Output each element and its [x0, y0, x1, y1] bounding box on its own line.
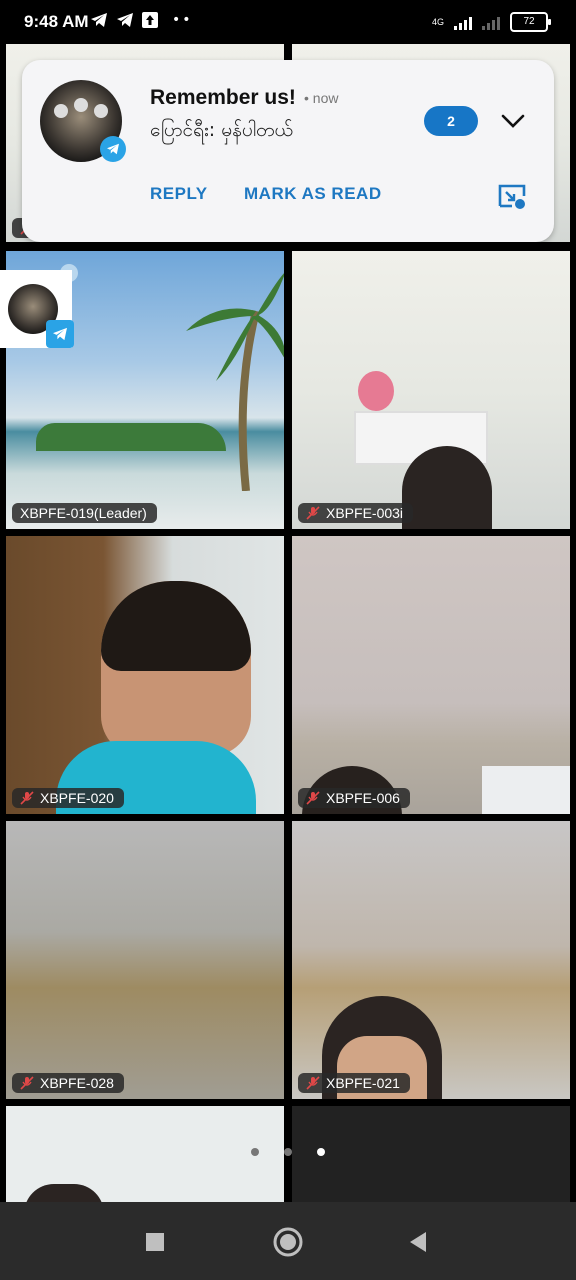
- expand-button[interactable]: [496, 106, 530, 136]
- participant-name: XBPFE-020: [40, 790, 114, 806]
- network-type: 4G: [431, 16, 444, 27]
- participant-name: XBPFE-019(Leader): [20, 505, 147, 521]
- mark-as-read-button[interactable]: MARK AS READ: [244, 184, 382, 204]
- participant-tile[interactable]: XBPFE-006: [292, 536, 570, 814]
- participant-label: XBPFE-028: [12, 1073, 124, 1093]
- participant-tile[interactable]: XBPFE-020: [6, 536, 284, 814]
- participant-label: XBPFE-021: [298, 1073, 410, 1093]
- clock: 9:48 AM: [24, 12, 89, 31]
- picture-in-picture-button[interactable]: [496, 180, 528, 212]
- flower-image: [358, 371, 394, 411]
- notification-icons: ••: [90, 12, 193, 28]
- participant-label: XBPFE-003i: [298, 503, 414, 523]
- navigation-bar: [0, 1202, 576, 1280]
- telegram-icon: [100, 136, 126, 162]
- participant-label: XBPFE-019(Leader): [12, 503, 157, 523]
- participant-tile[interactable]: XBPFE-028: [6, 821, 284, 1099]
- upload-icon: [142, 12, 158, 28]
- page-dot[interactable]: [251, 1148, 259, 1156]
- chat-head-bubble[interactable]: [0, 270, 74, 348]
- hair-image: [101, 581, 251, 671]
- participant-name: XBPFE-021: [326, 1075, 400, 1091]
- participant-tile[interactable]: XBPFE-003i: [292, 251, 570, 529]
- status-bar: 9:48 AM •• 4G 72: [0, 0, 576, 44]
- mic-muted-icon: [306, 791, 320, 805]
- mic-muted-icon: [306, 1076, 320, 1090]
- mic-muted-icon: [20, 1076, 34, 1090]
- notification-time: • now: [304, 90, 339, 106]
- telegram-icon: [46, 320, 74, 348]
- chevron-down-icon: [501, 114, 525, 128]
- person-image: [24, 1184, 104, 1202]
- home-button[interactable]: [270, 1224, 306, 1260]
- mic-muted-icon: [20, 791, 34, 805]
- recents-button[interactable]: [137, 1224, 173, 1260]
- battery-level: 72: [523, 16, 535, 27]
- back-triangle-icon: [410, 1232, 426, 1252]
- more-dots-icon: ••: [172, 12, 193, 28]
- notification-card[interactable]: Remember us! • now ပြောင်ရီး: မှန်ပါတယ် …: [22, 60, 554, 242]
- telegram-icon: [117, 13, 133, 27]
- page-indicator: [0, 1148, 576, 1156]
- home-circle-icon: [273, 1227, 303, 1257]
- reply-button[interactable]: REPLY: [150, 184, 208, 204]
- unread-count-badge: 2: [424, 106, 478, 136]
- picture-in-picture-icon: [498, 184, 526, 209]
- island-image: [36, 423, 226, 451]
- notification-title: Remember us!: [150, 86, 296, 109]
- participant-name: XBPFE-006: [326, 790, 400, 806]
- signal-icon: [454, 14, 472, 30]
- recents-square-icon: [146, 1233, 164, 1251]
- palm-tree-image: [186, 273, 284, 491]
- back-button[interactable]: [400, 1224, 436, 1260]
- window-image: [482, 766, 570, 814]
- telegram-icon: [91, 13, 107, 27]
- participant-label: XBPFE-020: [12, 788, 124, 808]
- signal-icon-2: [482, 14, 500, 30]
- person-image: [402, 446, 492, 529]
- notification-message: ပြောင်ရီး: မှန်ပါတယ်: [150, 119, 293, 141]
- page-dot-active[interactable]: [317, 1148, 325, 1156]
- participant-name: XBPFE-028: [40, 1075, 114, 1091]
- participant-tile[interactable]: XBPFE-021: [292, 821, 570, 1099]
- participant-name: XBPFE-003i: [326, 505, 404, 521]
- battery-icon: 72: [510, 12, 551, 32]
- mic-muted-icon: [306, 506, 320, 520]
- page-dot[interactable]: [284, 1148, 292, 1156]
- participant-label: XBPFE-006: [298, 788, 410, 808]
